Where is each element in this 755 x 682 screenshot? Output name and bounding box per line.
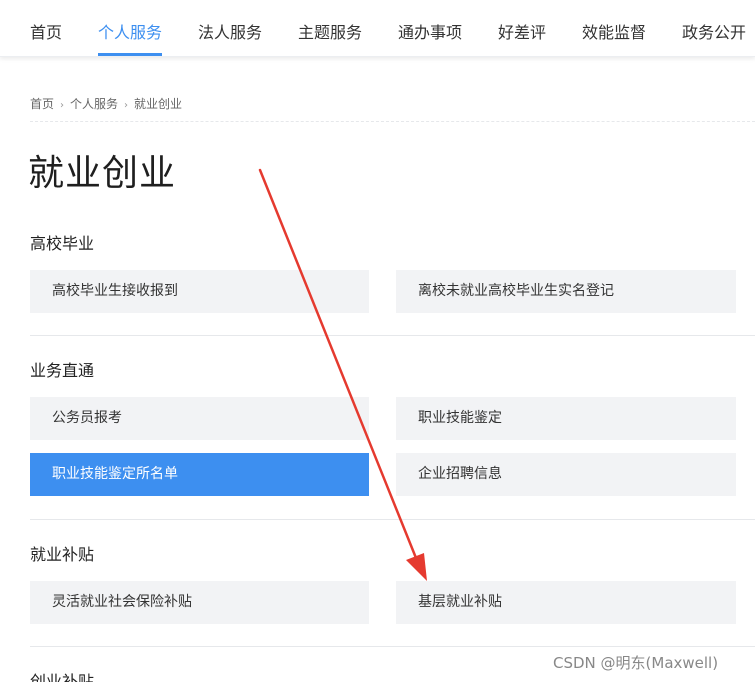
nav-item-government-affairs[interactable]: 政务公开 — [682, 22, 746, 44]
chevron-right-icon: › — [60, 100, 65, 111]
service-card[interactable]: 企业招聘信息 — [396, 453, 736, 496]
section-title-startup-subsidy: 创业补贴 — [30, 672, 95, 682]
page-title: 就业创业 — [28, 153, 177, 194]
top-nav: 首页 个人服务 法人服务 主题服务 通办事项 好差评 效能监督 政务公开 — [0, 0, 755, 57]
service-card-active[interactable]: 职业技能鉴定所名单 — [30, 453, 369, 496]
section-title-employment-subsidy: 就业补贴 — [30, 545, 95, 564]
nav-item-home[interactable]: 首页 — [30, 22, 62, 44]
service-card[interactable]: 高校毕业生接收报到 — [30, 270, 369, 313]
breadcrumb: 首页 › 个人服务 › 就业创业 — [30, 96, 182, 114]
section-divider — [30, 335, 755, 336]
breadcrumb-home[interactable]: 首页 — [30, 97, 54, 111]
section-title-direct-services: 业务直通 — [30, 361, 95, 380]
service-card[interactable]: 灵活就业社会保险补贴 — [30, 581, 369, 624]
nav-item-universal-matters[interactable]: 通办事项 — [398, 22, 462, 44]
breadcrumb-personal-services[interactable]: 个人服务 — [70, 97, 118, 111]
service-card[interactable]: 离校未就业高校毕业生实名登记 — [396, 270, 736, 313]
service-card[interactable]: 公务员报考 — [30, 397, 369, 440]
nav-item-theme-services[interactable]: 主题服务 — [298, 22, 362, 44]
nav-item-personal-services[interactable]: 个人服务 — [98, 22, 162, 44]
nav-item-efficiency-supervision[interactable]: 效能监督 — [582, 22, 646, 44]
section-divider — [30, 519, 755, 520]
chevron-right-icon: › — [124, 100, 129, 111]
watermark: CSDN @明东(Maxwell) — [553, 654, 719, 672]
nav-item-review[interactable]: 好差评 — [498, 22, 546, 44]
page: 首页 个人服务 法人服务 主题服务 通办事项 好差评 效能监督 政务公开 首页 ›… — [0, 0, 755, 682]
breadcrumb-current: 就业创业 — [134, 97, 183, 111]
service-card[interactable]: 基层就业补贴 — [396, 581, 736, 624]
section-divider — [30, 646, 755, 647]
active-tab-indicator — [98, 53, 162, 56]
service-card[interactable]: 职业技能鉴定 — [396, 397, 736, 440]
breadcrumb-divider — [30, 121, 755, 122]
nav-item-legal-person-services[interactable]: 法人服务 — [198, 22, 262, 44]
section-title-graduates: 高校毕业 — [30, 234, 95, 253]
